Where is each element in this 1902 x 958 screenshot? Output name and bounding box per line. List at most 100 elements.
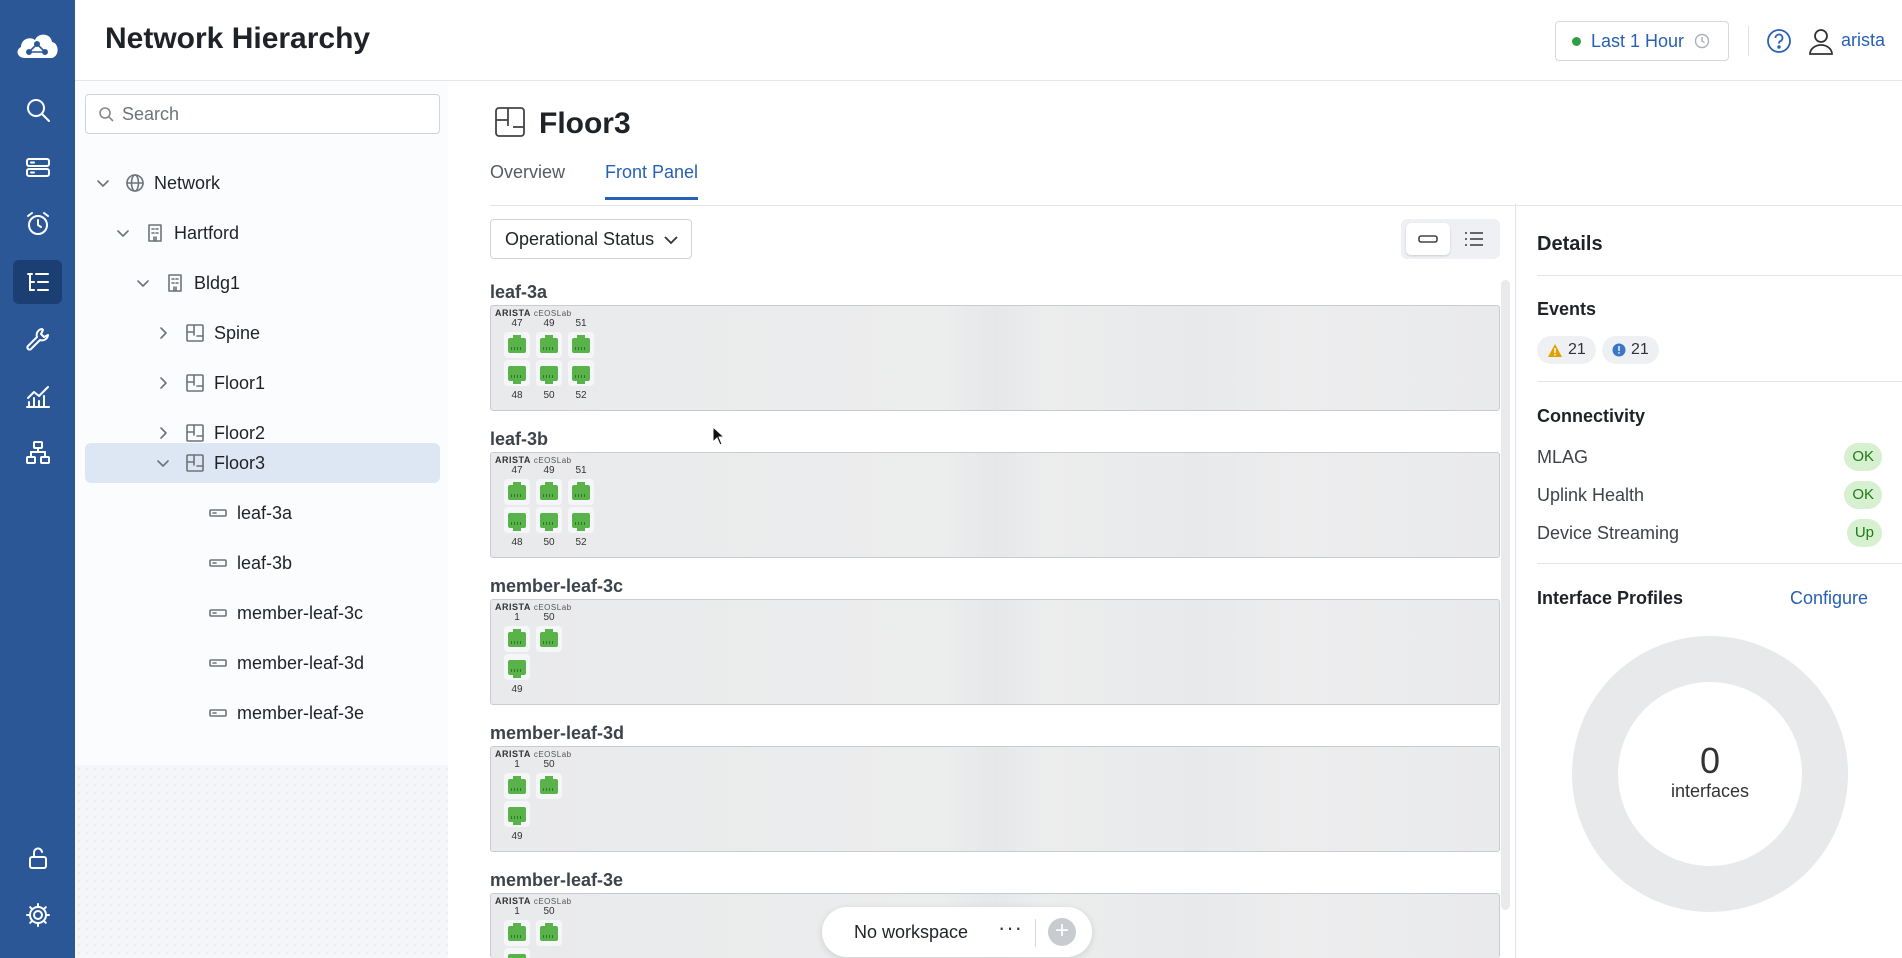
ethernet-port-icon[interactable] bbox=[568, 360, 594, 386]
connectivity-row-uplink-health: Uplink Health OK bbox=[1537, 481, 1882, 511]
connectivity-label: Device Streaming bbox=[1537, 523, 1680, 543]
user-icon[interactable] bbox=[1806, 26, 1836, 56]
wrench-icon[interactable] bbox=[13, 317, 62, 361]
ethernet-port-icon[interactable] bbox=[504, 773, 530, 799]
chevron-down-icon[interactable] bbox=[135, 275, 151, 291]
tree-node-label: Floor3 bbox=[214, 452, 266, 473]
analytics-icon[interactable] bbox=[13, 374, 62, 418]
chevron-down-icon[interactable] bbox=[155, 455, 171, 471]
ethernet-port-icon[interactable] bbox=[504, 332, 530, 358]
devices-icon[interactable] bbox=[13, 145, 62, 189]
tree-node-network[interactable]: Network bbox=[95, 163, 220, 203]
port-number: 52 bbox=[575, 537, 587, 548]
status-dropdown[interactable]: Operational Status bbox=[490, 219, 692, 259]
add-workspace-button[interactable]: + bbox=[1048, 918, 1076, 946]
ethernet-port-icon[interactable] bbox=[536, 773, 562, 799]
hierarchy-icon[interactable] bbox=[13, 260, 62, 304]
ethernet-port-icon[interactable] bbox=[536, 332, 562, 358]
globe-icon bbox=[126, 174, 144, 192]
ethernet-port-icon[interactable] bbox=[568, 332, 594, 358]
port-number: 48 bbox=[511, 390, 523, 401]
tree-search[interactable] bbox=[85, 94, 440, 134]
tree-node-spine[interactable]: Spine bbox=[155, 313, 260, 353]
divider bbox=[1537, 275, 1902, 276]
more-icon[interactable]: ··· bbox=[998, 915, 1023, 941]
connectivity-title: Connectivity bbox=[1537, 406, 1646, 426]
tree-node-floor1[interactable]: Floor1 bbox=[155, 363, 265, 403]
search-icon[interactable] bbox=[13, 88, 62, 132]
ethernet-port-icon[interactable] bbox=[536, 626, 562, 652]
warning-icon bbox=[1548, 343, 1562, 357]
ethernet-port-icon[interactable] bbox=[504, 801, 530, 827]
ethernet-port-icon[interactable] bbox=[504, 626, 530, 652]
ethernet-port-icon[interactable] bbox=[568, 479, 594, 505]
floor-icon bbox=[186, 324, 204, 342]
floor-icon bbox=[495, 107, 525, 137]
device-icon bbox=[209, 659, 227, 667]
tree-node-label: leaf-3b bbox=[237, 552, 293, 573]
chevron-right-icon[interactable] bbox=[155, 375, 171, 391]
chevron-down-icon[interactable] bbox=[115, 225, 131, 241]
device-name[interactable]: leaf-3b bbox=[490, 429, 548, 450]
status-dropdown-value: Operational Status bbox=[505, 228, 655, 249]
info-events-badge[interactable]: 21 bbox=[1602, 336, 1659, 364]
ethernet-port-icon[interactable] bbox=[536, 507, 562, 533]
device-front-panel[interactable]: ARISTA cEOSLab 1 50 49 bbox=[490, 599, 1500, 705]
tree-node-leaf-3a[interactable]: leaf-3a bbox=[208, 493, 292, 533]
ethernet-port-icon[interactable] bbox=[504, 920, 530, 946]
device-front-panel[interactable]: ARISTA cEOSLab 47 49 51 48 50 52 bbox=[490, 305, 1500, 411]
ethernet-port-icon[interactable] bbox=[536, 920, 562, 946]
tree-node-leaf-3b[interactable]: leaf-3b bbox=[208, 543, 292, 583]
device-brand: ARISTA cEOSLab bbox=[495, 455, 572, 465]
tab-overview[interactable]: Overview bbox=[490, 162, 565, 197]
configure-link[interactable]: Configure bbox=[1790, 588, 1868, 609]
cloud-network-logo[interactable] bbox=[12, 24, 61, 68]
list-view-button[interactable] bbox=[1452, 223, 1496, 255]
ethernet-port-icon[interactable] bbox=[504, 479, 530, 505]
device-name[interactable]: leaf-3a bbox=[490, 282, 547, 303]
warning-events-badge[interactable]: 21 bbox=[1537, 336, 1596, 364]
tree-node-member-leaf-3c[interactable]: member-leaf-3c bbox=[208, 593, 363, 633]
tree-node-hartford[interactable]: Hartford bbox=[115, 213, 239, 253]
alarm-icon[interactable] bbox=[13, 202, 62, 246]
interface-count: 0 bbox=[1699, 740, 1721, 781]
chevron-down-icon[interactable] bbox=[95, 175, 111, 191]
user-name[interactable]: arista bbox=[1841, 30, 1885, 51]
workspace-label[interactable]: No workspace bbox=[854, 922, 968, 943]
ethernet-port-icon[interactable] bbox=[504, 507, 530, 533]
unlock-icon[interactable] bbox=[13, 836, 62, 880]
tab-front-panel[interactable]: Front Panel bbox=[605, 162, 699, 200]
ethernet-port-icon[interactable] bbox=[568, 507, 594, 533]
ethernet-port-icon[interactable] bbox=[504, 948, 530, 958]
port-number: 50 bbox=[543, 390, 555, 401]
building-icon bbox=[148, 224, 162, 242]
topology-icon[interactable] bbox=[13, 431, 62, 475]
chevron-right-icon[interactable] bbox=[155, 325, 171, 341]
search-input[interactable] bbox=[122, 103, 422, 125]
chevron-right-icon[interactable] bbox=[155, 425, 171, 441]
port-number: 51 bbox=[575, 465, 587, 476]
ethernet-port-icon[interactable] bbox=[504, 654, 530, 680]
tree-node-floor3[interactable]: Floor3 bbox=[85, 443, 440, 483]
tree-node-member-leaf-3e[interactable]: member-leaf-3e bbox=[208, 693, 364, 733]
ethernet-port-icon[interactable] bbox=[504, 360, 530, 386]
ethernet-port-icon[interactable] bbox=[536, 479, 562, 505]
device-front-panel[interactable]: ARISTA cEOSLab 47 49 51 48 50 52 bbox=[490, 452, 1500, 558]
connectivity-row-device-streaming: Device Streaming Up bbox=[1537, 519, 1882, 549]
time-range-button[interactable]: Last 1 Hour bbox=[1555, 21, 1729, 61]
device-name[interactable]: member-leaf-3d bbox=[490, 723, 624, 744]
device-name[interactable]: member-leaf-3c bbox=[490, 576, 623, 597]
tree-background bbox=[75, 765, 448, 958]
devices-scrollbar[interactable] bbox=[1501, 280, 1510, 910]
tree-node-member-leaf-3d[interactable]: member-leaf-3d bbox=[208, 643, 364, 683]
device-name[interactable]: member-leaf-3e bbox=[490, 870, 623, 891]
ethernet-port-icon[interactable] bbox=[536, 360, 562, 386]
gear-icon[interactable] bbox=[13, 893, 62, 937]
warning-count: 21 bbox=[1568, 341, 1586, 358]
port-number: 1 bbox=[514, 906, 520, 917]
help-icon[interactable] bbox=[1765, 27, 1793, 55]
panel-view-button[interactable] bbox=[1406, 223, 1450, 255]
tree-node-bldg1[interactable]: Bldg1 bbox=[135, 263, 240, 303]
device-front-panel[interactable]: ARISTA cEOSLab 1 50 49 bbox=[490, 746, 1500, 852]
details-panel: Details Events 21 21 Connectivity MLAG O… bbox=[1515, 203, 1902, 958]
